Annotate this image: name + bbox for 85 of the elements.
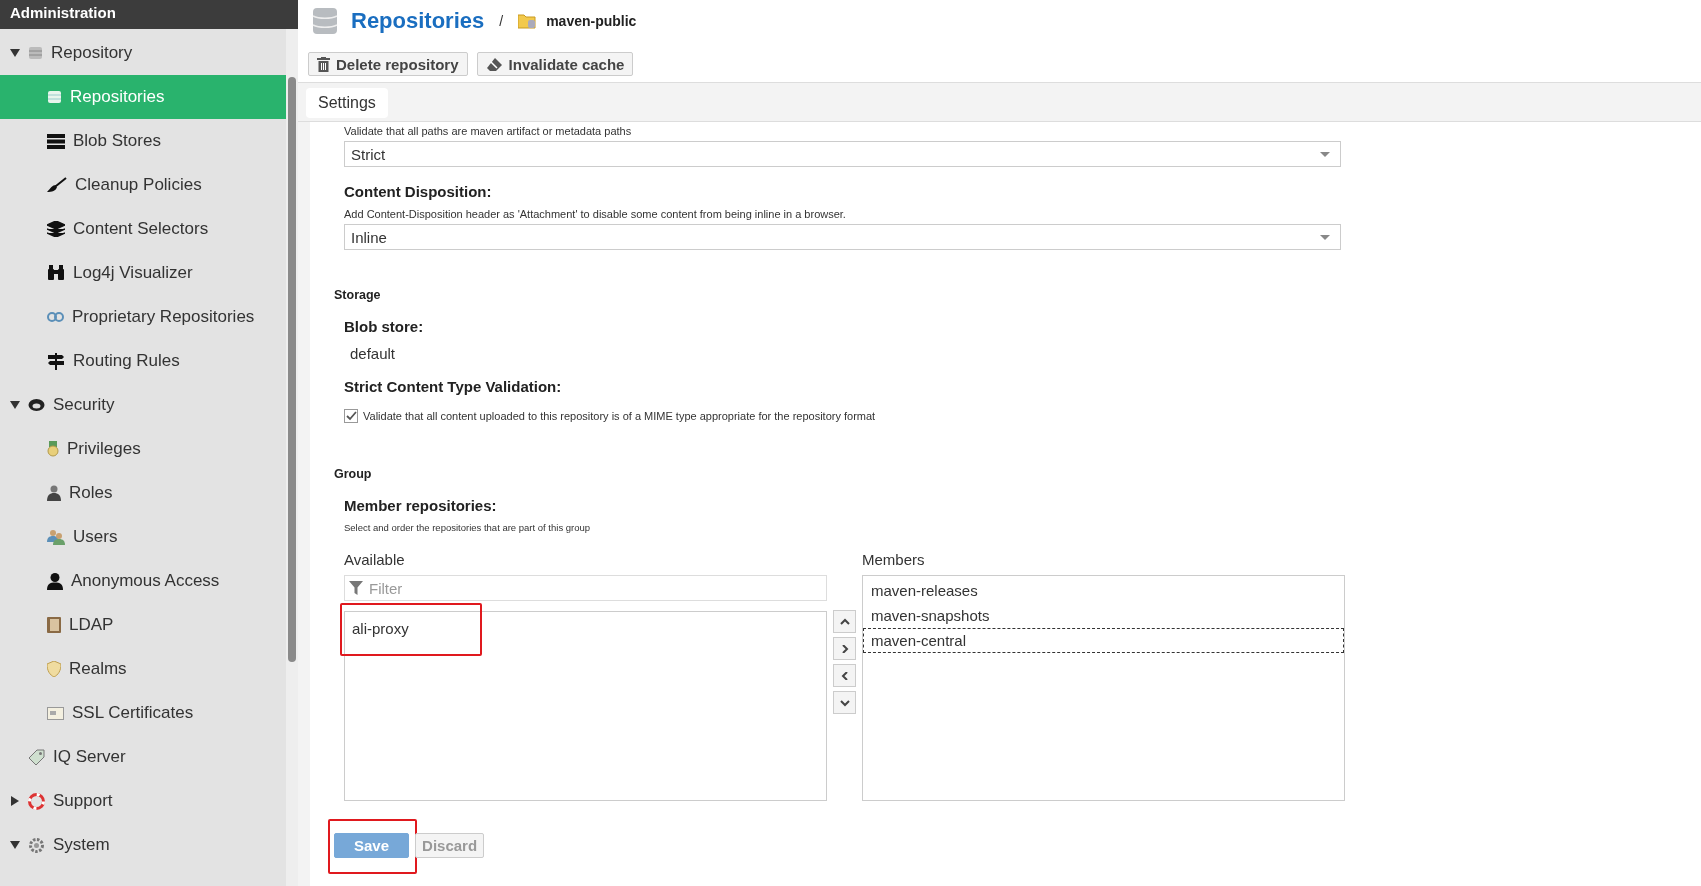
layers-icon [47,221,65,237]
medal-icon [47,441,59,457]
sidebar-item[interactable]: Security [0,383,286,427]
list-item[interactable]: maven-releases [863,578,1344,603]
field-label: Strict Content Type Validation: [344,378,563,395]
field-hint: Select and order the repositories that are part of this group [344,522,592,533]
brush-icon [47,177,67,193]
trash-icon [317,56,330,72]
field-label: Blob store: [344,318,425,335]
tab[interactable]: Settings [306,88,388,118]
sidebar-item[interactable]: IQ Server [0,735,286,779]
chevron-up-icon [839,617,850,626]
chevron-down-icon [839,698,850,707]
scrollbar[interactable] [286,29,298,886]
list-item[interactable]: ali-proxy [351,616,410,641]
signpost-icon [47,352,65,370]
sidebar-item[interactable]: Repository [0,31,286,75]
sidebar-item[interactable]: Proprietary Repositories [0,295,286,339]
move-down-button[interactable] [833,691,856,714]
chevron-right-icon [839,644,850,653]
collapsed-arrow-icon[interactable] [11,796,19,806]
cap-icon [28,398,45,412]
sidebar-item[interactable]: Cleanup Policies [0,163,286,207]
tag-icon [28,748,45,766]
list-item[interactable]: maven-central [863,628,1344,653]
move-left-button[interactable] [833,664,856,687]
breadcrumb-separator: / [499,13,504,29]
sidebar-item[interactable]: Realms [0,647,286,691]
sidebar-item[interactable]: Routing Rules [0,339,286,383]
sidebar-item[interactable]: Blob Stores [0,119,286,163]
list-label: Members [862,551,926,568]
sidebar-item[interactable]: Content Selectors [0,207,286,251]
section-heading: Storage [334,288,382,302]
field-label: Content Disposition: [344,183,493,200]
people-icon [47,529,65,545]
sidebar-item[interactable]: Anonymous Access [0,559,286,603]
database-icon [312,6,338,36]
filter-icon [349,581,363,595]
sidebar-item[interactable]: Users [0,515,286,559]
expanded-arrow-icon[interactable] [10,49,20,57]
list-item[interactable]: maven-snapshots [863,603,1344,628]
field-value: default [350,345,397,362]
field-hint: Add Content-Disposition header as 'Attachment' to disable some content from being inline in a browser. [344,208,847,220]
sidebar-item[interactable]: SSL Certificates [0,691,286,735]
person-icon [47,572,63,590]
certificate-icon [47,706,64,720]
binoculars-icon [47,265,65,281]
section-heading: Group [334,467,373,481]
checkbox[interactable] [344,409,358,423]
sidebar-item[interactable]: LDAP [0,603,286,647]
page-title[interactable]: Repositories [351,8,485,34]
move-right-button[interactable] [833,637,856,660]
database-icon [28,45,43,61]
sidebar-item[interactable]: Privileges [0,427,286,471]
gear-icon [28,836,45,854]
field-label: Member repositories: [344,497,498,514]
sidebar-item[interactable]: Support [0,779,286,823]
toolbar-button[interactable]: Delete repository [308,52,468,76]
checkbox-label: Validate that all content uploaded to this repository is of a MIME type appropriate for the repository format [363,410,876,422]
server-icon [47,133,65,149]
move-up-button[interactable] [833,610,856,633]
database-icon [47,89,62,105]
caret-icon [1320,151,1330,157]
book-icon [47,617,61,633]
person-icon [47,485,61,501]
rings-icon [47,310,64,324]
chevron-left-icon [839,671,850,680]
filter-field[interactable]: Filter [344,575,827,601]
shield-icon [47,661,61,677]
list-label: Available [344,551,406,568]
caret-icon [1320,234,1330,240]
eraser-icon [485,57,503,71]
dropdown-field[interactable]: Strict [344,141,1341,167]
lifebuoy-icon [28,792,45,810]
sidebar-header: Administration [0,0,298,29]
field-hint: Validate that all paths are maven artifact or metadata paths [344,125,633,137]
sidebar-item[interactable]: Roles [0,471,286,515]
folder-icon [518,13,538,29]
sidebar-item[interactable]: Log4j Visualizer [0,251,286,295]
expanded-arrow-icon[interactable] [10,401,20,409]
dropdown-field[interactable]: Inline [344,224,1341,250]
expanded-arrow-icon[interactable] [10,841,20,849]
toolbar-button[interactable]: Invalidate cache [476,52,634,76]
sidebar-item[interactable]: System [0,823,286,867]
breadcrumb-item: maven-public [546,13,637,29]
